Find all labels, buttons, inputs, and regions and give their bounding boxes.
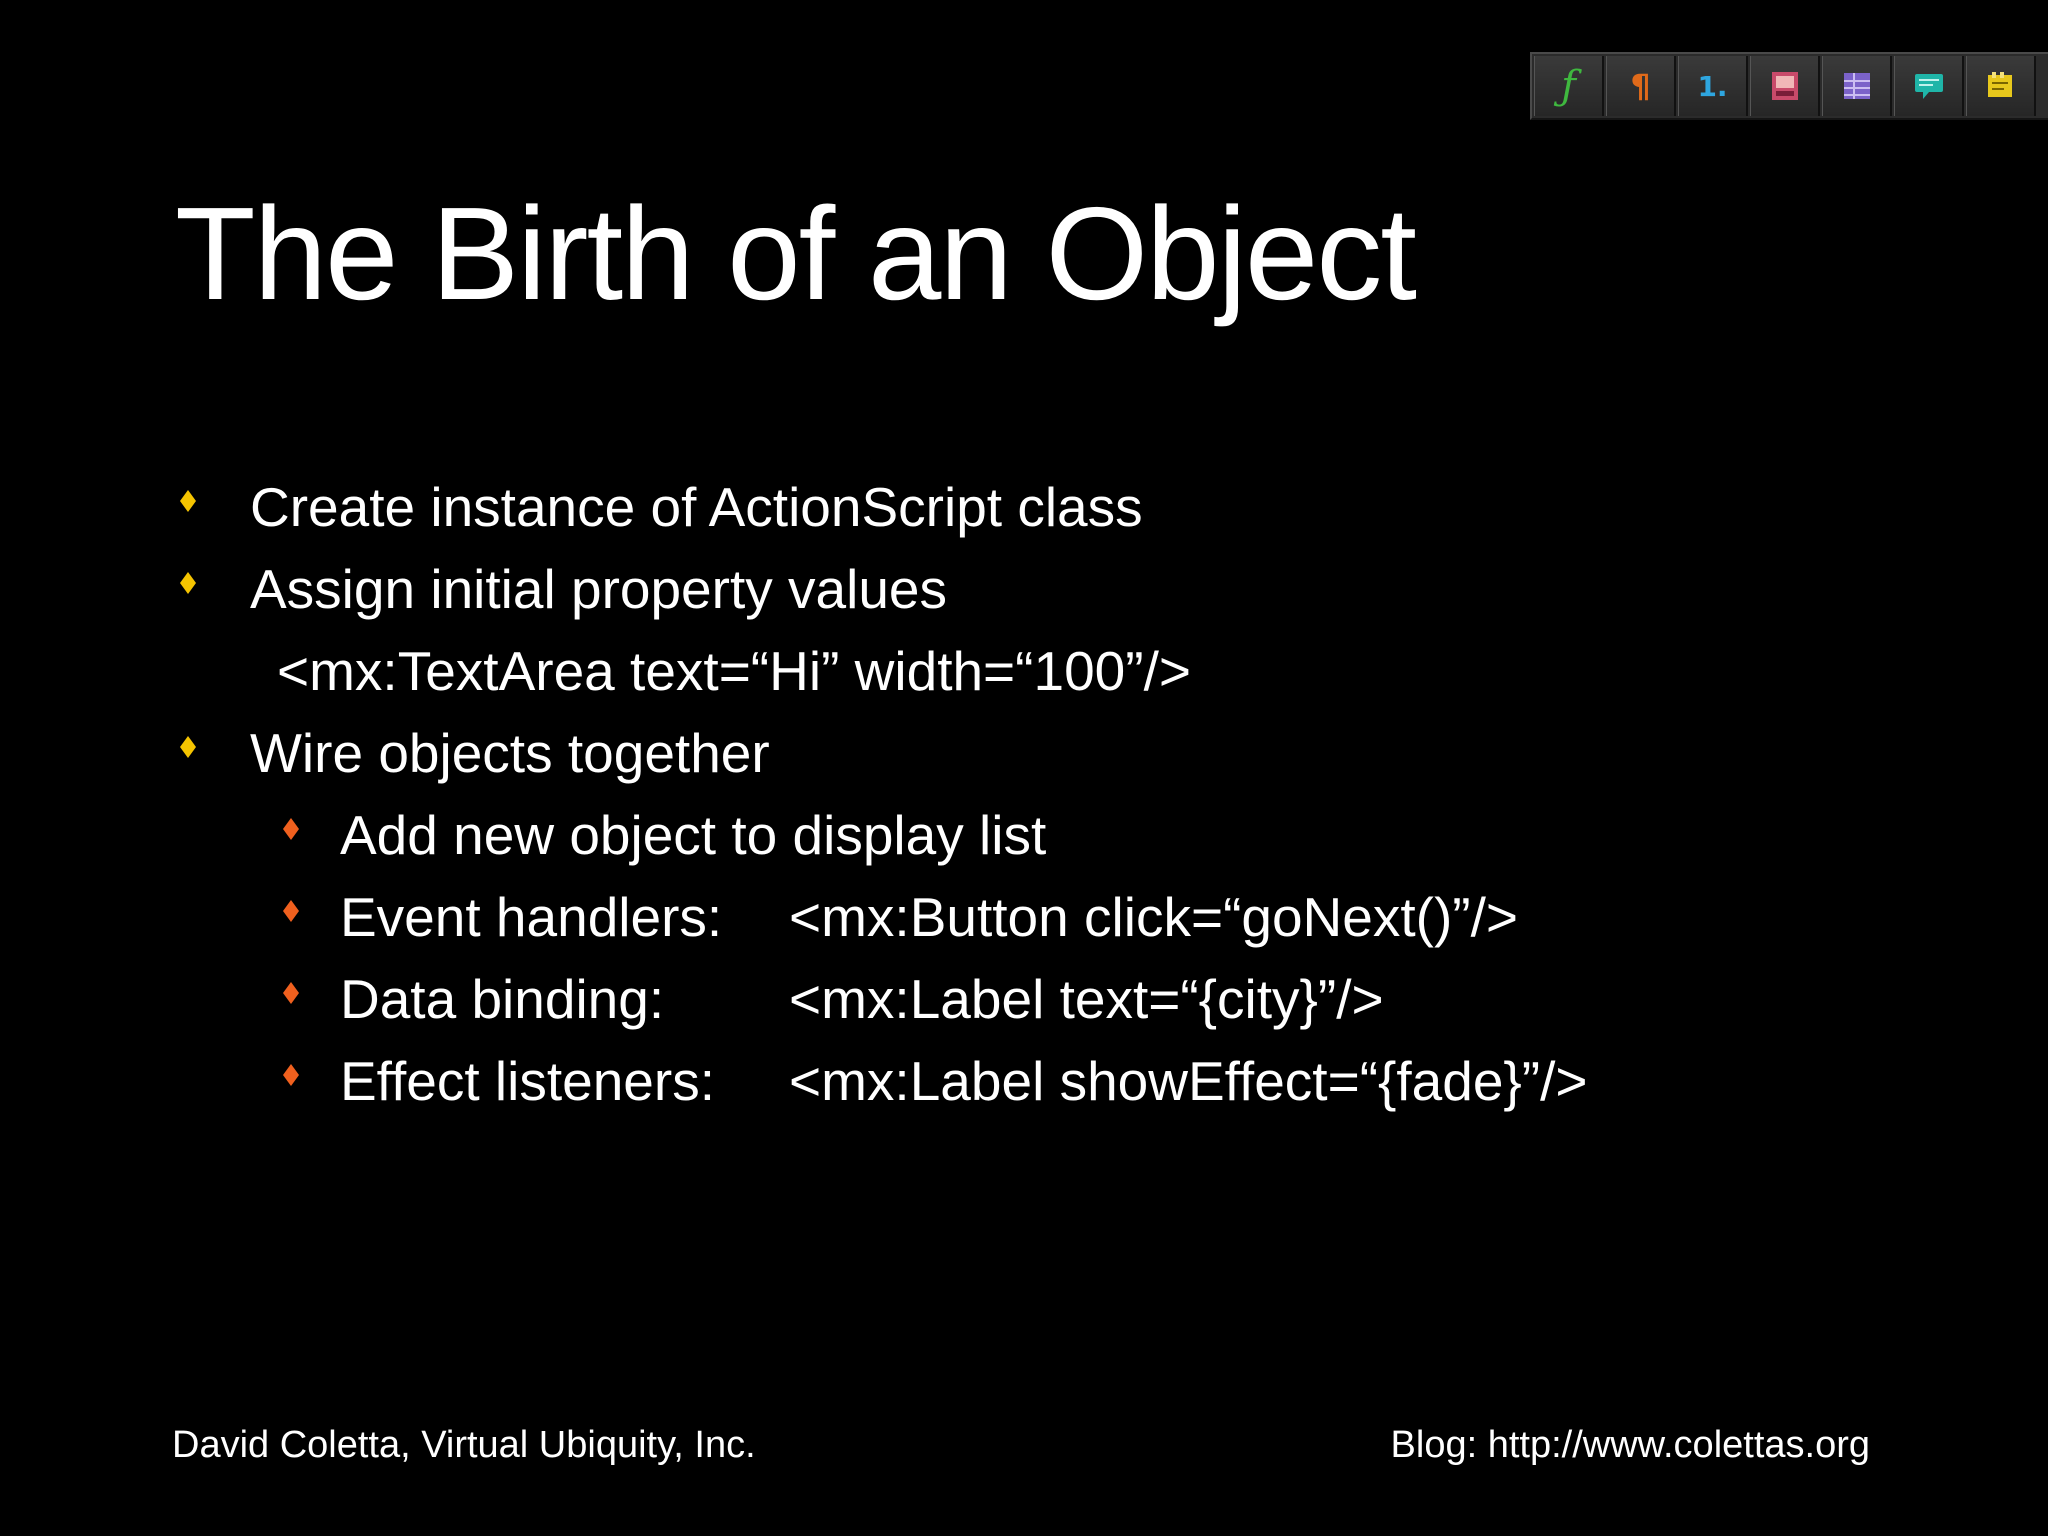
slide: ƒ ¶ 1. The Birth of an Object Create ins…: [0, 0, 2048, 1536]
diamond-bullet-icon: [283, 982, 299, 1004]
sub-bullet-text: Add new object to display list: [340, 804, 1047, 866]
diamond-bullet-icon: [283, 900, 299, 922]
sub-bullet-text: Effect listeners:: [340, 1050, 715, 1112]
diamond-bullet-icon: [283, 818, 299, 840]
sub-bullet-text: Event handlers:: [340, 886, 723, 948]
bullet-text: Wire objects together: [250, 722, 770, 784]
function-button[interactable]: ƒ: [1534, 56, 1604, 116]
diamond-bullet-icon: [283, 1064, 299, 1086]
diamond-bullet-icon: [180, 572, 196, 594]
notes-icon: [1987, 72, 2012, 97]
slide-toolbar: ƒ ¶ 1.: [1530, 52, 2048, 120]
bullet-text: Assign initial property values: [250, 558, 948, 620]
paragraph-icon: ¶: [1630, 67, 1651, 105]
slide-picture-button[interactable]: [1750, 56, 1820, 116]
paragraph-button[interactable]: ¶: [1606, 56, 1676, 116]
sub-bullet-code: <mx:Label showEffect=“{fade}”/>: [789, 1050, 1588, 1112]
table-icon: [1843, 73, 1870, 99]
numbering-icon: 1.: [1697, 69, 1728, 103]
function-icon: ƒ: [1561, 63, 1576, 109]
slide-picture-icon: [1771, 72, 1798, 100]
table-button[interactable]: [1822, 56, 1892, 116]
comment-icon: [1914, 74, 1943, 99]
sub-bullet-code: <mx:Label text=“{city}”/>: [789, 968, 1384, 1030]
bullet-text: Create instance of ActionScript class: [250, 476, 1143, 538]
slide-title: The Birth of an Object: [175, 180, 1417, 327]
diamond-bullet-icon: [180, 736, 196, 758]
numbering-button[interactable]: 1.: [1678, 56, 1748, 116]
footer-author: David Coletta, Virtual Ubiquity, Inc.: [172, 1424, 756, 1466]
code-text: <mx:TextArea text=“Hi” width=“100”/>: [277, 640, 1191, 702]
sub-bullet-text: Data binding:: [340, 968, 665, 1030]
comment-button[interactable]: [1894, 56, 1964, 116]
sub-bullet-code: <mx:Button click=“goNext()”/>: [789, 886, 1518, 948]
notes-button[interactable]: [1966, 56, 2036, 116]
diamond-bullet-icon: [180, 490, 196, 512]
footer-blog: Blog: http://www.colettas.org: [1390, 1424, 1870, 1466]
